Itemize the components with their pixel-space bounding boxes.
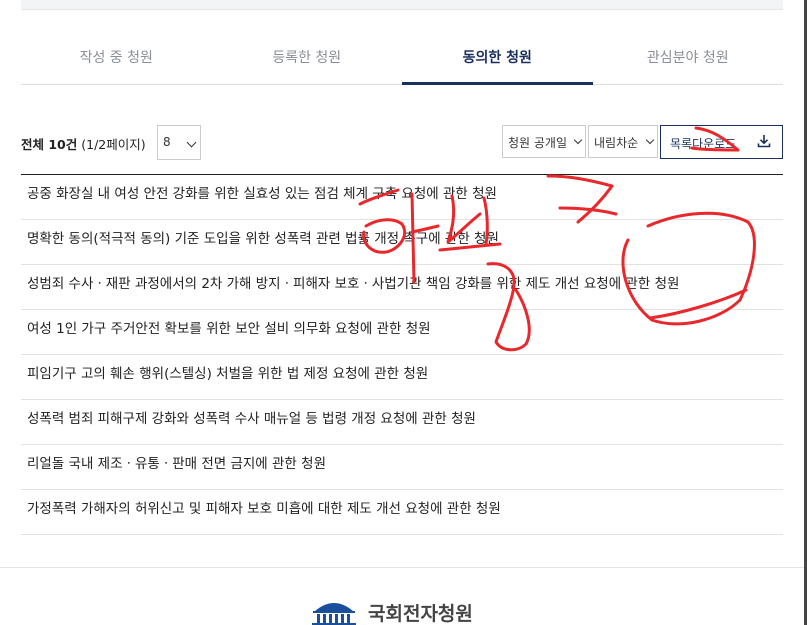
national-assembly-icon xyxy=(312,603,356,625)
tab-drafting[interactable]: 작성 중 청원 xyxy=(21,36,212,84)
petition-item[interactable]: 가정폭력 가해자의 허위신고 및 피해자 보호 미흡에 대한 제도 개선 요청에… xyxy=(21,490,783,535)
page-size-value: 8 xyxy=(163,135,171,149)
petition-item[interactable]: 공중 화장실 내 여성 안전 강화를 위한 실효성 있는 점검 체계 구축 요청… xyxy=(21,175,783,220)
chevron-down-icon xyxy=(573,135,583,145)
petition-item[interactable]: 성폭력 범죄 피해구제 강화와 성폭력 수사 매뉴얼 등 법령 개정 요청에 관… xyxy=(21,400,783,445)
chevron-down-icon xyxy=(645,135,655,145)
footer-divider xyxy=(0,567,804,568)
top-panel xyxy=(21,0,783,10)
sort-order-select[interactable]: 내림차순 xyxy=(588,125,658,158)
footer-logo[interactable]: 국회전자청원 xyxy=(309,597,509,625)
page-size-select[interactable]: 8 xyxy=(157,125,201,160)
petition-list: 공중 화장실 내 여성 안전 강화를 위한 실효성 있는 점검 체계 구축 요청… xyxy=(21,174,783,535)
sort-field-select[interactable]: 청원 공개일 xyxy=(502,125,586,158)
result-count: 전체 10건 (1/2페이지) xyxy=(21,134,146,153)
download-icon xyxy=(757,135,771,148)
petition-item[interactable]: 피임기구 고의 훼손 행위(스텔싱) 처벌을 위한 법 제정 요청에 관한 청원 xyxy=(21,355,783,400)
page-info: (1/2페이지) xyxy=(81,137,146,152)
tab-agreed[interactable]: 동의한 청원 xyxy=(402,36,593,85)
tab-interest[interactable]: 관심분야 청원 xyxy=(593,36,784,84)
petition-item[interactable]: 명확한 동의(적극적 동의) 기준 도입을 위한 성폭력 관련 법률 개정 촉구… xyxy=(21,220,783,265)
tab-registered[interactable]: 등록한 청원 xyxy=(212,36,403,84)
sort-order-value: 내림차순 xyxy=(594,136,639,150)
petition-item[interactable]: 성범죄 수사ㆍ재판 과정에서의 2차 가해 방지ㆍ피해자 보호ㆍ사법기관 책임 … xyxy=(21,265,783,310)
chevron-down-icon xyxy=(186,137,197,148)
sort-field-value: 청원 공개일 xyxy=(508,136,568,150)
download-list-button[interactable]: 목록다운로드 xyxy=(660,125,783,159)
total-count: 전체 10건 xyxy=(21,137,78,152)
petition-tabs: 작성 중 청원 등록한 청원 동의한 청원 관심분야 청원 xyxy=(21,36,783,85)
petition-item[interactable]: 리얼돌 국내 제조ㆍ유통ㆍ판매 전면 금지에 관한 청원 xyxy=(21,445,783,490)
footer-logo-text: 국회전자청원 xyxy=(368,603,473,625)
list-toolbar: 전체 10건 (1/2페이지) 8 청원 공개일 내림차순 목록다운로드 xyxy=(21,125,783,161)
download-label: 목록다운로드 xyxy=(670,137,737,151)
petition-item[interactable]: 여성 1인 가구 주거안전 확보를 위한 보안 설비 의무화 요청에 관한 청원 xyxy=(21,310,783,355)
